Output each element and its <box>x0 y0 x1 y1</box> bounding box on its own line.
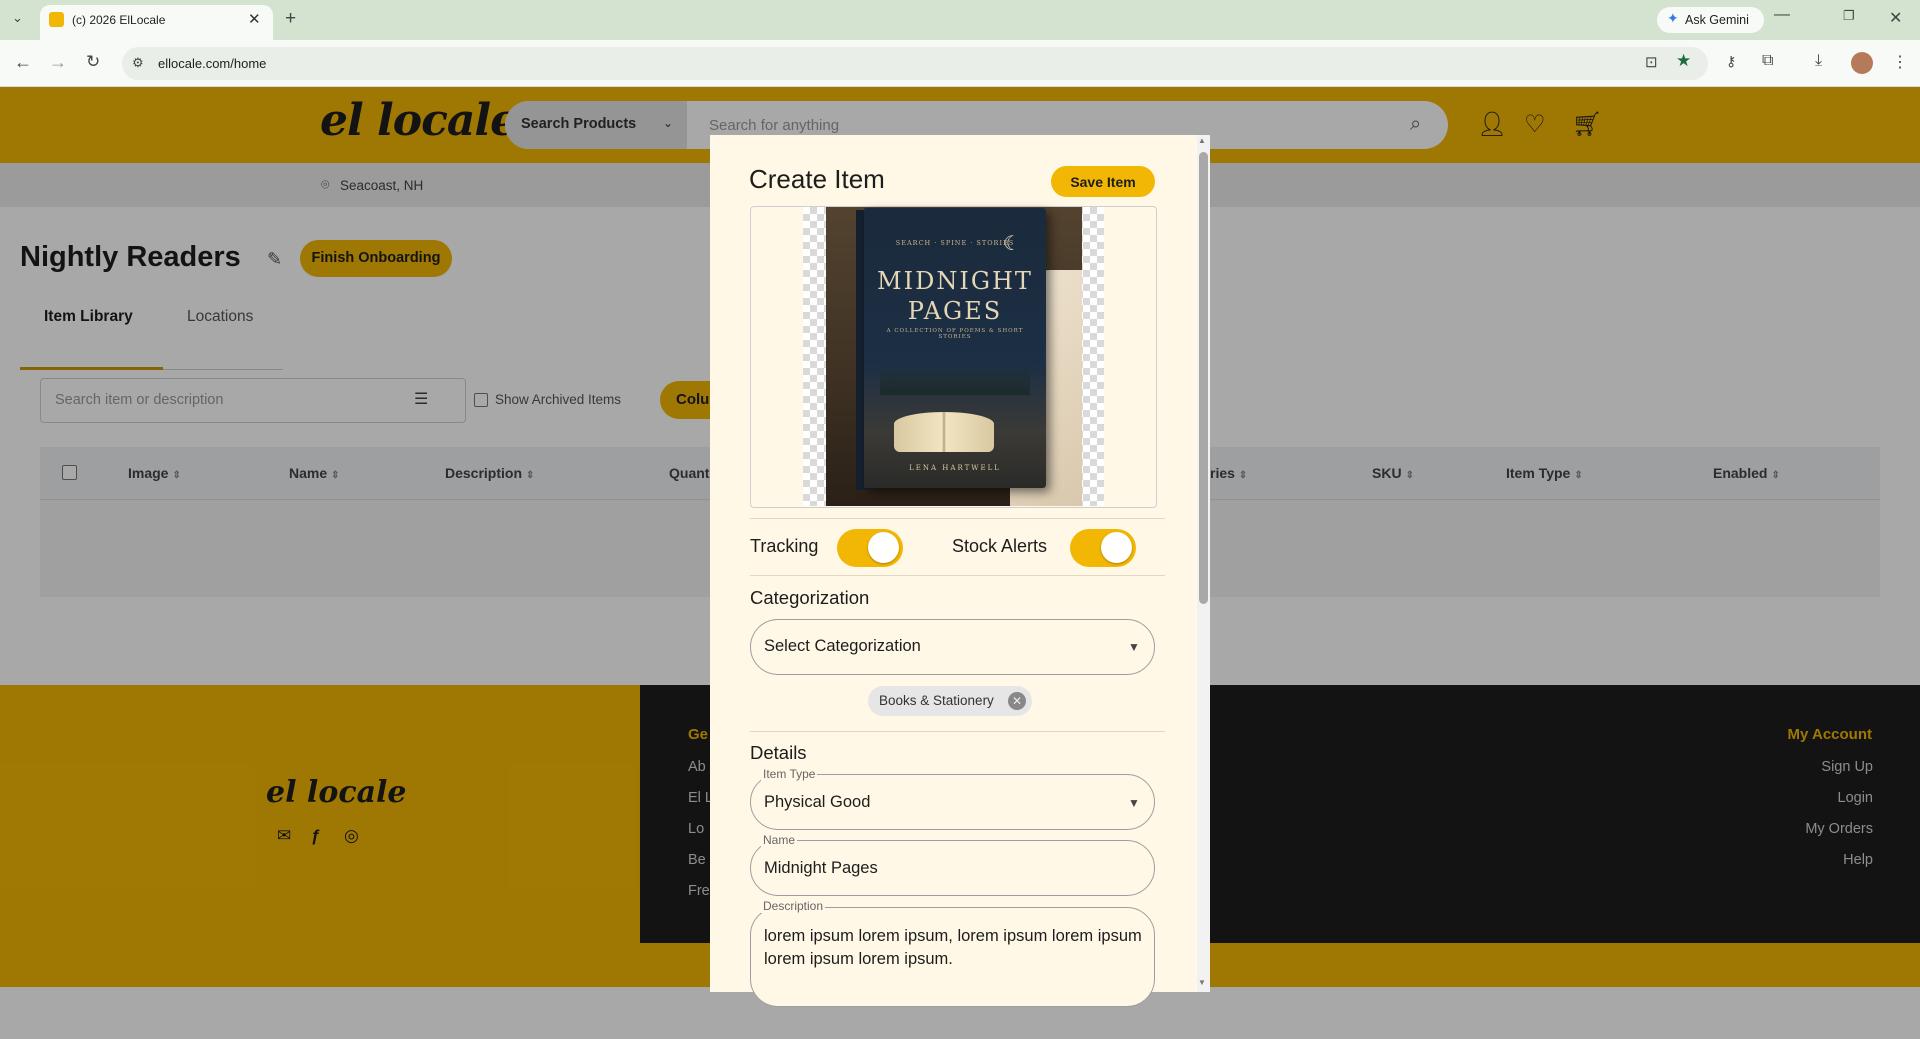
tracking-toggle-knob <box>868 532 899 563</box>
category-chip-label: Books & Stationery <box>879 693 994 708</box>
tab-favicon-icon <box>49 12 64 27</box>
book-cover-author: LENA HARTWELL <box>909 464 1001 472</box>
item-type-label: Item Type <box>761 767 818 781</box>
modal-title: Create Item <box>749 164 885 194</box>
reload-icon[interactable]: ↻ <box>86 52 100 72</box>
tab-search-chevron-icon[interactable]: ⌄ <box>12 10 23 26</box>
save-item-button[interactable]: Save Item <box>1051 166 1155 197</box>
new-tab-icon[interactable]: + <box>285 8 296 30</box>
address-bar[interactable] <box>122 47 1708 80</box>
url-text[interactable]: ellocale.com/home <box>158 56 266 71</box>
profile-avatar[interactable] <box>1851 52 1873 74</box>
scroll-down-arrow-icon[interactable]: ▼ <box>1198 978 1206 987</box>
tracking-label: Tracking <box>750 536 819 556</box>
dropdown-caret-icon: ▼ <box>1128 640 1140 654</box>
gemini-sparkle-icon: ✦ <box>1667 10 1679 26</box>
bookmark-star-icon[interactable]: ★ <box>1676 51 1691 71</box>
window-restore-icon[interactable]: ❐ <box>1843 8 1855 24</box>
stock-alerts-toggle-knob <box>1101 532 1132 563</box>
downloads-icon[interactable]: ⤓ <box>1815 52 1822 70</box>
install-app-icon[interactable]: ⊡ <box>1645 53 1658 71</box>
image-open-book <box>894 412 994 452</box>
stock-alerts-label: Stock Alerts <box>952 536 1048 556</box>
categorization-placeholder: Select Categorization <box>764 637 921 655</box>
scroll-up-arrow-icon[interactable]: ▲ <box>1198 136 1206 145</box>
image-trees <box>880 365 1030 395</box>
description-label: Description <box>761 899 826 913</box>
tab-title: (c) 2026 ElLocale <box>72 13 166 27</box>
window-close-icon[interactable]: ✕ <box>1889 8 1902 28</box>
description-value: lorem ipsum lorem ipsum, lorem ipsum lor… <box>764 927 1142 968</box>
book-cover-title: MIDNIGHT PAGES <box>877 267 1033 325</box>
book-cover-kicker: SEARCH · SPINE · STORIES <box>895 239 1015 247</box>
site-info-icon[interactable]: ⚙ <box>132 55 144 71</box>
modal-scrollbar-thumb[interactable] <box>1199 152 1208 604</box>
chip-remove-icon[interactable]: ✕ <box>1008 692 1026 710</box>
password-key-icon[interactable]: ⚷ <box>1726 53 1736 70</box>
window-minimize-icon[interactable]: — <box>1774 6 1790 24</box>
categorization-heading: Categorization <box>750 587 870 608</box>
divider <box>750 731 1165 732</box>
name-label: Name <box>761 833 798 847</box>
forward-icon[interactable]: → <box>49 52 67 73</box>
book-cover-subtitle: A COLLECTION OF POEMS & SHORT STORIES <box>886 328 1024 340</box>
divider <box>750 518 1165 519</box>
dropdown-caret-icon: ▼ <box>1128 796 1140 810</box>
item-type-value: Physical Good <box>764 793 871 811</box>
browser-menu-icon[interactable]: ⋮ <box>1892 52 1908 72</box>
divider <box>750 575 1165 576</box>
tab-close-icon[interactable]: ✕ <box>248 10 261 28</box>
name-value: Midnight Pages <box>764 859 878 877</box>
details-heading: Details <box>750 742 807 763</box>
back-icon[interactable]: ← <box>14 52 32 73</box>
extensions-icon[interactable]: ⧉ <box>1762 52 1773 70</box>
